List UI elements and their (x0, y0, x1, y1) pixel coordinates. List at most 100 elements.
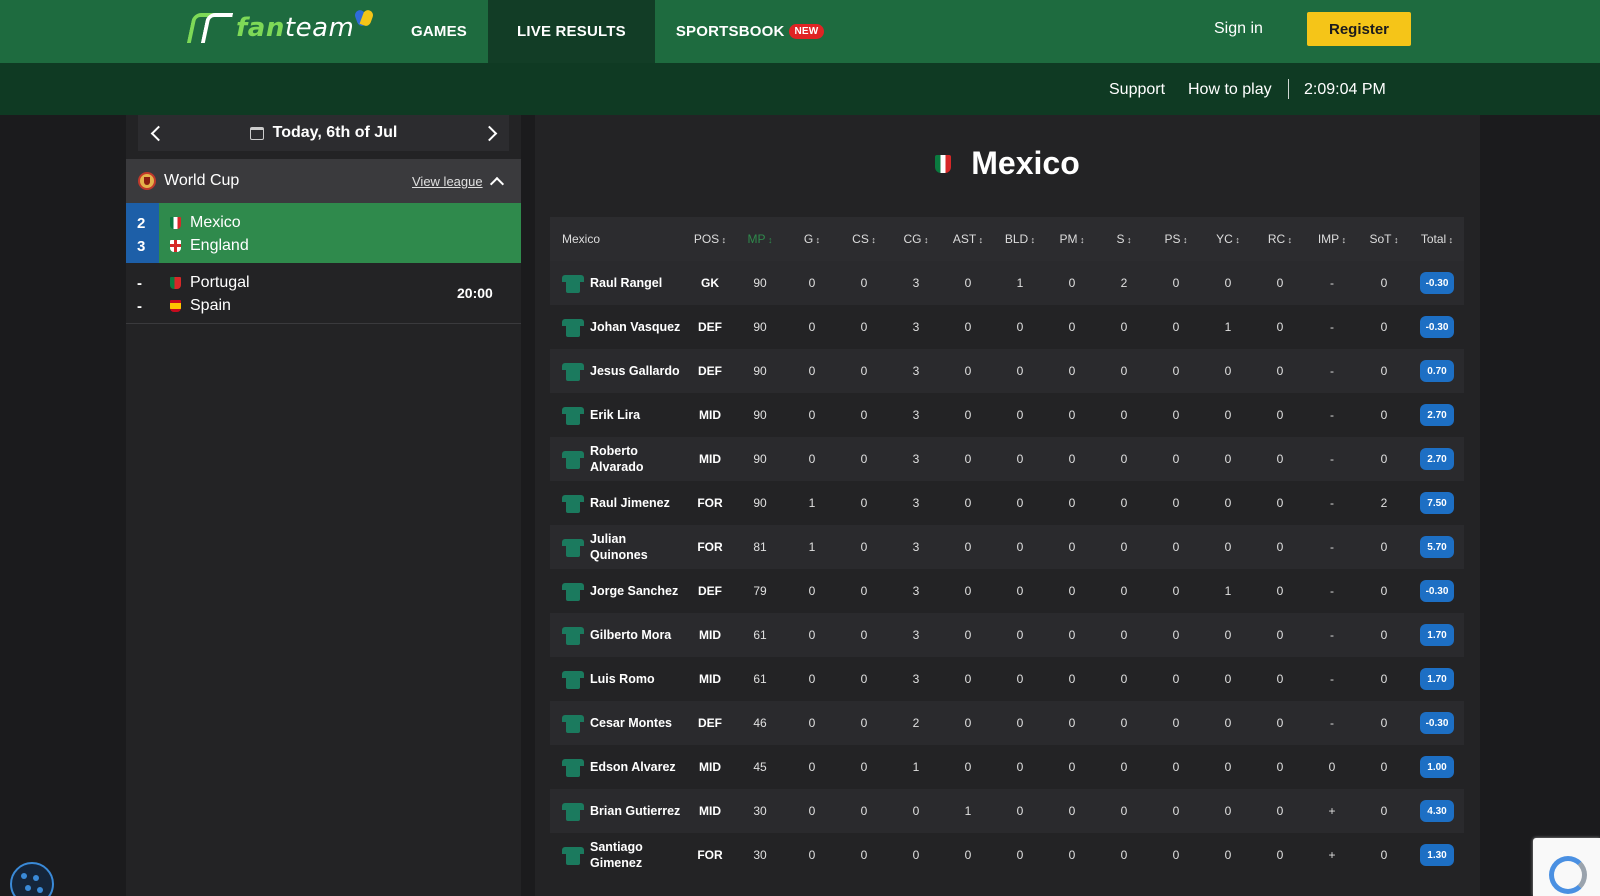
cookie-settings-icon[interactable] (10, 862, 54, 896)
total-points-badge[interactable]: 5.70 (1420, 536, 1454, 558)
col-s[interactable]: S (1098, 232, 1150, 246)
col-ast[interactable]: AST (942, 232, 994, 246)
stat-rc: 0 (1276, 716, 1284, 730)
col-total[interactable]: Total (1410, 232, 1464, 246)
table-row[interactable]: Gilberto Mora MID 61 0 0 3 0 0 0 0 0 0 0 - 0 1.70 (550, 613, 1464, 657)
table-header: Mexico POS MP G CS CG AST BLD PM S PS YC… (550, 217, 1464, 261)
total-points-badge[interactable]: 4.30 (1420, 800, 1454, 822)
nav-live-results[interactable]: LIVE RESULTS (488, 0, 655, 63)
stat-bld: 0 (1016, 848, 1024, 862)
col-rc[interactable]: RC (1254, 232, 1306, 246)
stat-ps: 0 (1172, 496, 1180, 510)
stat-g: 0 (808, 452, 816, 466)
player-cell: Raul Jimenez (550, 493, 686, 513)
player-name[interactable]: Brian Gutierrez (590, 803, 680, 819)
player-name[interactable]: Cesar Montes (590, 715, 672, 731)
nav-games[interactable]: GAMES (390, 0, 488, 63)
stat-ps: 0 (1172, 320, 1180, 334)
table-row[interactable]: Erik Lira MID 90 0 0 3 0 0 0 0 0 0 0 - 0 2.70 (550, 393, 1464, 437)
player-name[interactable]: Gilberto Mora (590, 627, 671, 643)
player-name[interactable]: Roberto Alvarado (590, 443, 686, 475)
total-points-badge[interactable]: 1.30 (1420, 844, 1454, 866)
stat-cg: 1 (912, 760, 920, 774)
player-name[interactable]: Erik Lira (590, 407, 640, 423)
col-mp[interactable]: MP (734, 232, 786, 246)
col-bld[interactable]: BLD (994, 232, 1046, 246)
stat-cg: 0 (912, 848, 920, 862)
player-name[interactable]: Johan Vasquez (590, 319, 680, 335)
table-row[interactable]: Jorge Sanchez DEF 79 0 0 3 0 0 0 0 0 1 0 - 0 -0.30 (550, 569, 1464, 613)
table-row[interactable]: Raul Rangel GK 90 0 0 3 0 1 0 2 0 0 0 - 0 -0.30 (550, 261, 1464, 305)
total-points-badge[interactable]: 0.70 (1420, 360, 1454, 382)
table-row[interactable]: Santiago Gimenez FOR 30 0 0 0 0 0 0 0 0 0 0 +0 1.30 (550, 833, 1464, 877)
table-row[interactable]: Johan Vasquez DEF 90 0 0 3 0 0 0 0 0 1 0 - 0 -0.30 (550, 305, 1464, 349)
sign-in-link[interactable]: Sign in (1214, 20, 1263, 38)
stat-mp: 30 (753, 804, 767, 818)
table-row[interactable]: Brian Gutierrez MID 30 0 0 0 1 0 0 0 0 0 0 +0 4.30 (550, 789, 1464, 833)
col-imp[interactable]: IMP (1306, 232, 1358, 246)
register-button[interactable]: Register (1307, 12, 1411, 46)
match-item[interactable]: - - Portugal Spain 20:00 (126, 263, 521, 324)
col-cs[interactable]: CS (838, 232, 890, 246)
total-points-badge[interactable]: -0.30 (1420, 272, 1454, 294)
nav-sportsbook[interactable]: SPORTSBOOK NEW (655, 0, 846, 63)
stat-cg: 3 (912, 540, 920, 554)
stat-s: 0 (1120, 496, 1128, 510)
col-pos[interactable]: POS (686, 232, 734, 246)
col-yc[interactable]: YC (1202, 232, 1254, 246)
player-name[interactable]: Jesus Gallardo (590, 363, 680, 379)
fanteam-logo[interactable]: fanteam (186, 8, 374, 48)
player-name[interactable]: Jorge Sanchez (590, 583, 678, 599)
col-ps[interactable]: PS (1150, 232, 1202, 246)
player-name[interactable]: Santiago Gimenez (590, 839, 686, 871)
total-points-badge[interactable]: 1.70 (1420, 668, 1454, 690)
home-team-name: Mexico (190, 214, 241, 231)
col-pm[interactable]: PM (1046, 232, 1098, 246)
total-points-badge[interactable]: -0.30 (1420, 712, 1454, 734)
team-stats-panel: Mexico Mexico POS MP G CS CG AST BLD PM … (535, 115, 1480, 896)
league-header[interactable]: World Cup View league (126, 159, 521, 203)
match-item[interactable]: 2 3 Mexico England (126, 203, 521, 263)
how-to-play-link[interactable]: How to play (1188, 81, 1272, 99)
stat-ast: 1 (964, 804, 972, 818)
support-link[interactable]: Support (1109, 81, 1165, 99)
chevron-up-icon[interactable] (490, 175, 502, 187)
table-row[interactable]: Edson Alvarez MID 45 0 0 1 0 0 0 0 0 0 0 0 0 1.00 (550, 745, 1464, 789)
total-points-badge[interactable]: 2.70 (1420, 404, 1454, 426)
chevron-left-icon[interactable] (148, 123, 168, 143)
player-name[interactable]: Edson Alvarez (590, 759, 676, 775)
table-row[interactable]: Jesus Gallardo DEF 90 0 0 3 0 0 0 0 0 0 0 - 0 0.70 (550, 349, 1464, 393)
total-points-badge[interactable]: 7.50 (1420, 492, 1454, 514)
home-team: Portugal (170, 274, 250, 292)
player-name[interactable]: Raul Rangel (590, 275, 662, 291)
player-name[interactable]: Raul Jimenez (590, 495, 670, 511)
col-pos-label: POS (694, 232, 726, 246)
stat-bld: 0 (1016, 760, 1024, 774)
home-team-name: Portugal (190, 274, 250, 291)
total-points-badge[interactable]: 1.70 (1420, 624, 1454, 646)
col-g[interactable]: G (786, 232, 838, 246)
player-name[interactable]: Julian Quinones (590, 531, 686, 563)
table-row[interactable]: Luis Romo MID 61 0 0 3 0 0 0 0 0 0 0 - 0 1.70 (550, 657, 1464, 701)
col-cg[interactable]: CG (890, 232, 942, 246)
table-row[interactable]: Julian Quinones FOR 81 1 0 3 0 0 0 0 0 0 0 - 0 5.70 (550, 525, 1464, 569)
total-points-badge[interactable]: 2.70 (1420, 448, 1454, 470)
chevron-right-icon[interactable] (479, 123, 499, 143)
col-ast-label: AST (953, 232, 983, 246)
table-row[interactable]: Cesar Montes DEF 46 0 0 2 0 0 0 0 0 0 0 - 0 -0.30 (550, 701, 1464, 745)
player-name[interactable]: Luis Romo (590, 671, 655, 687)
stat-imp: 0 (1328, 760, 1336, 774)
total-points-badge[interactable]: 1.00 (1420, 756, 1454, 778)
view-league-link[interactable]: View league (412, 174, 483, 189)
stat-mp: 30 (753, 848, 767, 862)
stat-mp: 90 (753, 276, 767, 290)
col-sot[interactable]: SoT (1358, 232, 1410, 246)
total-points-badge[interactable]: -0.30 (1420, 316, 1454, 338)
table-row[interactable]: Raul Jimenez FOR 90 1 0 3 0 0 0 0 0 0 0 - 2 7.50 (550, 481, 1464, 525)
stat-yc: 0 (1224, 408, 1232, 422)
stat-pm: 0 (1068, 628, 1076, 642)
stat-ast: 0 (964, 452, 972, 466)
stat-yc: 0 (1224, 848, 1232, 862)
total-points-badge[interactable]: -0.30 (1420, 580, 1454, 602)
table-row[interactable]: Roberto Alvarado MID 90 0 0 3 0 0 0 0 0 0 0 - 0 2.70 (550, 437, 1464, 481)
